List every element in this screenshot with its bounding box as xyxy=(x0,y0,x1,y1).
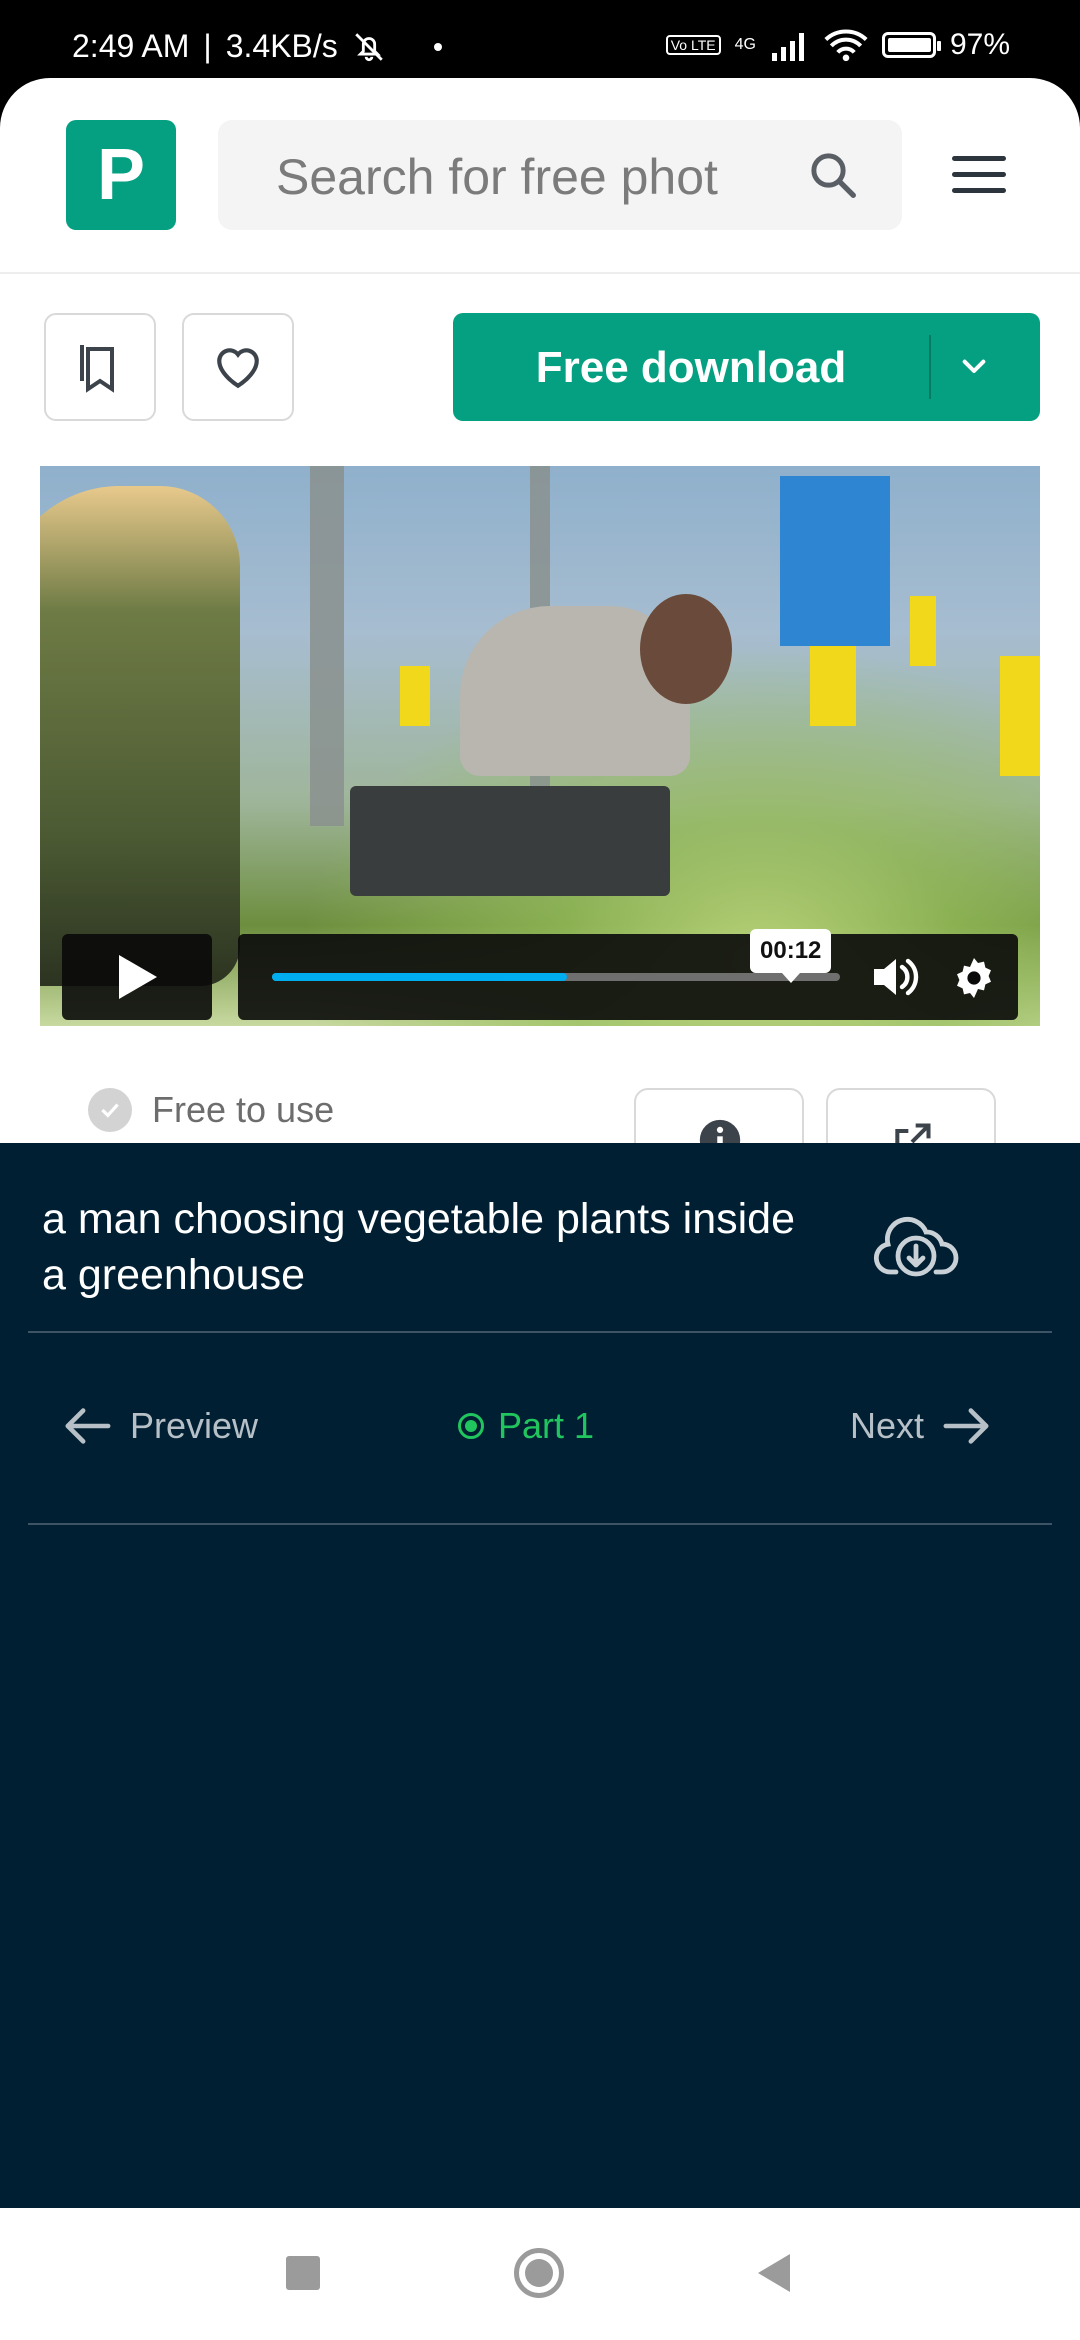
download-separator xyxy=(929,335,931,399)
seek-progress xyxy=(272,973,568,981)
download-label: Free download xyxy=(535,343,847,392)
heart-icon xyxy=(217,348,259,389)
preview-nav-button[interactable]: Preview xyxy=(62,1405,258,1447)
play-icon xyxy=(119,955,157,999)
video-info-panel: a man choosing vegetable plants inside a… xyxy=(0,1143,1080,2208)
blue-sticky-trap xyxy=(780,476,890,646)
status-time: 2:49 AM xyxy=(72,28,190,64)
seek-bar[interactable]: 00:12 xyxy=(272,929,840,983)
check-circle-icon xyxy=(88,1088,132,1132)
yellow-sticky-trap xyxy=(810,646,856,726)
status-left: 2:49 AM | 3.4KB/s xyxy=(72,28,442,65)
arrow-right-icon xyxy=(943,1408,989,1444)
collection-button[interactable] xyxy=(44,313,156,421)
plastic-crate xyxy=(350,786,670,896)
recents-button[interactable] xyxy=(286,2256,320,2290)
yellow-sticky-trap xyxy=(400,666,430,726)
status-net-speed: 3.4KB/s xyxy=(225,28,338,64)
search-input[interactable]: Search for free phot xyxy=(276,148,746,206)
time-tooltip: 00:12 xyxy=(750,929,832,983)
search-bar[interactable]: Search for free phot xyxy=(218,120,902,230)
license-label: Free to use xyxy=(152,1089,335,1130)
part-indicator[interactable]: Part 1 xyxy=(458,1405,594,1447)
wifi-icon xyxy=(824,29,868,62)
site-logo[interactable]: P xyxy=(66,120,176,230)
home-button[interactable] xyxy=(514,2248,564,2298)
battery-percent: 97% xyxy=(949,28,1010,61)
next-label: Next xyxy=(850,1405,925,1446)
panel-divider xyxy=(28,1523,1052,1525)
preview-label: Preview xyxy=(130,1405,259,1446)
panel-divider xyxy=(28,1331,1052,1333)
worker-head xyxy=(640,594,732,704)
page-card: P Search for free phot Free download 00:… xyxy=(0,78,1080,1208)
like-button[interactable] xyxy=(182,313,294,421)
network-type: 4G xyxy=(734,36,756,53)
status-bar: 2:49 AM | 3.4KB/s Vo LTE 4G 97% xyxy=(0,0,1080,78)
android-nav-bar xyxy=(0,2208,1080,2340)
free-download-button[interactable]: Free download xyxy=(453,313,1040,421)
next-nav-button[interactable]: Next xyxy=(850,1405,992,1447)
bookmarks-icon xyxy=(80,345,114,393)
cloud-download-icon[interactable] xyxy=(872,1215,960,1285)
status-right: Vo LTE 4G 97% xyxy=(665,28,1010,62)
license-info: Free to use xyxy=(88,1088,334,1132)
play-button[interactable] xyxy=(62,934,212,1020)
volume-icon[interactable] xyxy=(870,954,922,1000)
greenhouse-frame xyxy=(310,466,344,826)
part-radio-icon xyxy=(458,1413,484,1439)
yellow-sticky-trap xyxy=(1000,656,1040,776)
hamburger-menu-icon[interactable] xyxy=(952,156,1006,204)
video-title: a man choosing vegetable plants inside a… xyxy=(42,1195,796,1299)
notification-dot xyxy=(433,42,442,51)
yellow-sticky-trap xyxy=(910,596,936,666)
search-icon[interactable] xyxy=(806,148,860,202)
volte-badge: Vo LTE xyxy=(665,35,721,55)
gear-icon[interactable] xyxy=(950,954,998,1002)
back-button[interactable] xyxy=(758,2254,790,2292)
video-player[interactable]: 00:12 xyxy=(40,466,1040,1026)
part-label: Part 1 xyxy=(498,1405,595,1446)
chevron-down-icon[interactable] xyxy=(958,351,990,383)
bell-off-icon xyxy=(355,32,383,61)
site-header: P Search for free phot xyxy=(0,78,1080,274)
arrow-left-icon xyxy=(65,1408,111,1444)
video-controls: 00:12 xyxy=(238,929,1018,1020)
battery-icon xyxy=(881,32,941,58)
worker-woman xyxy=(40,486,240,986)
signal-icon xyxy=(771,33,804,61)
